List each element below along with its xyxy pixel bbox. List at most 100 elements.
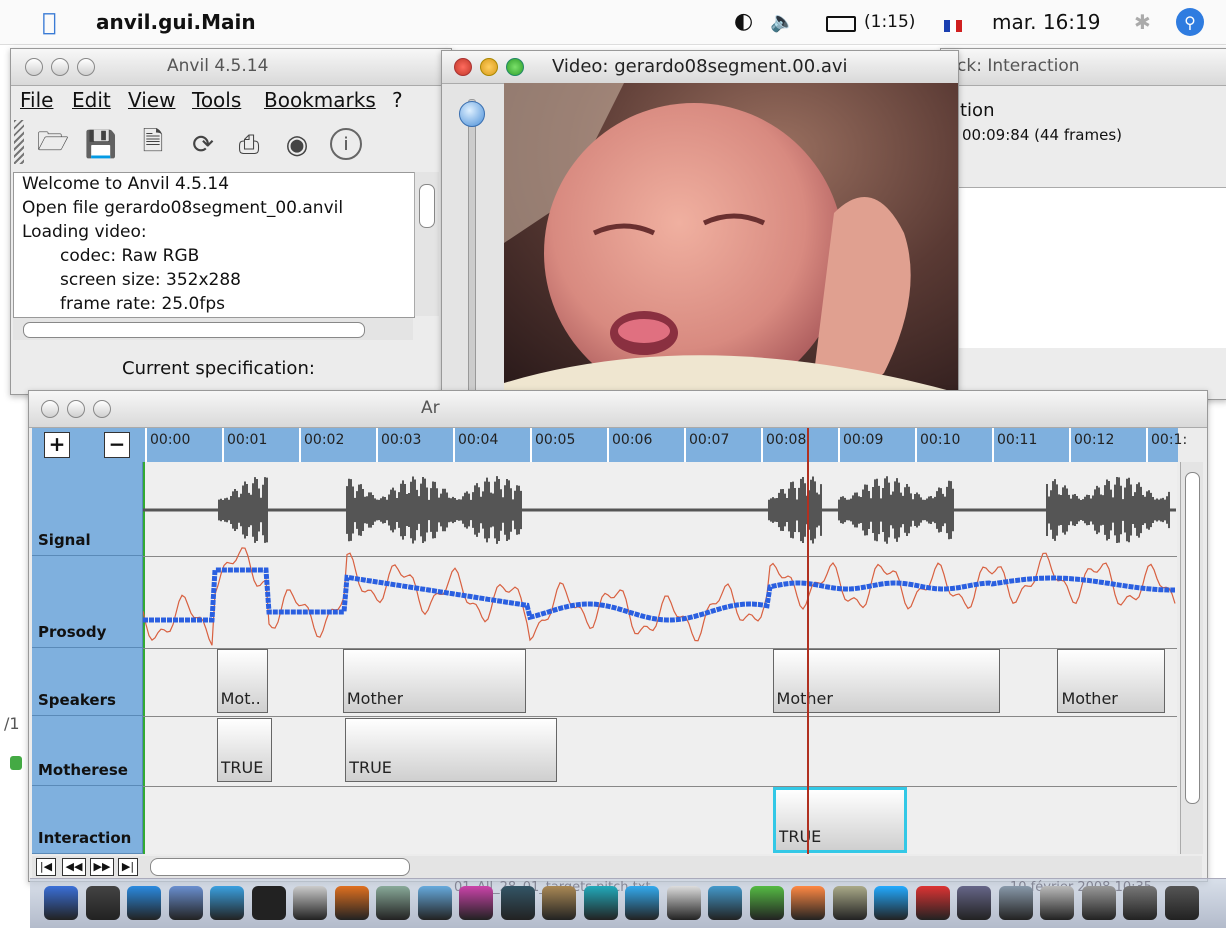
volume-slider-knob[interactable] (459, 101, 485, 127)
spotlight-icon[interactable]: ⚲ (1176, 8, 1204, 36)
track-info-titlebar: ck: Interaction (941, 49, 1226, 86)
playhead[interactable] (807, 428, 810, 854)
speaker-annotation[interactable]: Mother (1057, 649, 1166, 713)
rewind-icon[interactable]: ◀◀ (62, 858, 86, 876)
track-label-interaction[interactable]: Interaction (32, 786, 143, 854)
speaker-annotation[interactable]: Mother (342, 649, 527, 713)
print-icon[interactable]: ⎙ (232, 128, 266, 162)
zoom-icon[interactable] (93, 400, 111, 418)
dock-app-icon[interactable] (44, 886, 78, 920)
dock-app-icon[interactable] (998, 886, 1033, 920)
current-spec-label: Current specification: (122, 358, 315, 379)
dock-app-icon[interactable] (127, 886, 161, 920)
dock-app-icon[interactable] (749, 886, 784, 920)
dock-app-icon[interactable] (251, 886, 286, 920)
minimize-icon[interactable] (51, 58, 69, 76)
dock-app-icon[interactable] (85, 886, 120, 920)
dock-app-icon[interactable] (708, 886, 742, 920)
battery-icon[interactable] (826, 16, 856, 32)
menu-file[interactable]: File (20, 88, 53, 112)
last-icon[interactable]: ▶| (118, 858, 138, 876)
app-name[interactable]: anvil.gui.Main (96, 10, 256, 34)
volume-icon[interactable]: 🔈 (770, 9, 795, 33)
motherese-annotation[interactable]: TRUE (216, 718, 273, 782)
dock-app-icon[interactable] (417, 886, 452, 920)
dock-app-icon[interactable] (1040, 886, 1074, 920)
apple-icon[interactable]:  (42, 8, 56, 36)
bluetooth-icon[interactable]: ✱ (1134, 10, 1151, 34)
dock-app-icon[interactable] (666, 886, 701, 920)
volume-slider[interactable] (468, 99, 476, 417)
time-tick: 00:07 (684, 428, 761, 462)
new-document-icon[interactable]: 🗎 (136, 127, 170, 162)
menu-tools[interactable]: Tools (192, 88, 241, 112)
zoom-in-button[interactable]: + (44, 432, 70, 458)
dock-app-icon[interactable] (1164, 886, 1199, 920)
log-line: Open file gerardo08segment_00.anvil (22, 198, 344, 218)
annotation-title: Ar (421, 398, 440, 418)
video-frame[interactable] (504, 83, 958, 429)
dock-app-icon[interactable] (210, 886, 244, 920)
dock-app-icon[interactable] (583, 886, 618, 920)
dock-app-icon[interactable] (957, 886, 991, 920)
time-tick: 00:10 (915, 428, 992, 462)
close-icon[interactable] (41, 400, 59, 418)
zoom-icon[interactable] (77, 58, 95, 76)
dock-app-icon[interactable] (459, 886, 493, 920)
save-icon[interactable]: 💾 (84, 128, 118, 162)
dock-app-icon[interactable] (915, 886, 950, 920)
anvil-window-title: Anvil 4.5.14 (167, 56, 269, 76)
track-divider (143, 786, 1177, 787)
clock[interactable]: mar. 16:19 (992, 10, 1100, 34)
close-icon[interactable] (25, 58, 43, 76)
dock-app-icon[interactable] (832, 886, 867, 920)
dock-app-icon[interactable] (542, 886, 576, 920)
pitch-raw-curve (143, 547, 1176, 646)
dock-app-icon[interactable] (625, 886, 659, 920)
refresh-icon[interactable]: ⟳ (186, 128, 220, 162)
interaction-annotation[interactable]: TRUE (772, 787, 908, 853)
track-info-title: ck: Interaction (957, 56, 1080, 76)
menu-bookmarks[interactable]: Bookmarks (264, 88, 376, 112)
track-duration: 00:09:84 (44 frames) (962, 126, 1122, 144)
speaker-annotation[interactable]: Mot.. (216, 649, 269, 713)
menu-help[interactable]: ? (392, 88, 403, 112)
time-tick: 00:11 (992, 428, 1069, 462)
dock-app-icon[interactable] (376, 886, 410, 920)
dock-app-icon[interactable] (1123, 886, 1157, 920)
track-label-signal[interactable]: Signal (32, 462, 143, 556)
info-icon[interactable]: i (330, 128, 362, 160)
track-label-prosody[interactable]: Prosody (32, 556, 143, 648)
binoculars-icon[interactable]: ◉ (280, 128, 314, 162)
open-folder-icon[interactable]: 🗁 (36, 127, 70, 162)
zoom-icon[interactable] (506, 58, 524, 76)
flag-icon[interactable] (944, 20, 962, 32)
track-label-speakers[interactable]: Speakers (32, 648, 143, 716)
minimize-icon[interactable] (480, 58, 498, 76)
dock-app-icon[interactable] (168, 886, 203, 920)
log-horizontal-scrollbar[interactable] (13, 318, 413, 340)
motherese-annotation[interactable]: TRUE (345, 718, 557, 782)
tracks-vertical-scrollbar[interactable] (1180, 462, 1203, 854)
dock-app-icon[interactable] (791, 886, 825, 920)
log-vertical-scrollbar[interactable] (414, 172, 439, 316)
log-line: frame rate: 25.0fps (60, 294, 225, 314)
dock-app-icon[interactable] (1081, 886, 1116, 920)
track-label-motherese[interactable]: Motherese (32, 716, 143, 786)
dock-app-icon[interactable] (293, 886, 327, 920)
minimize-icon[interactable] (67, 400, 85, 418)
dock-app-icon[interactable] (500, 886, 535, 920)
menu-view[interactable]: View (128, 88, 175, 112)
timeline-horizontal-scrollbar[interactable] (150, 858, 410, 876)
speaker-annotation-label: Mot.. (220, 689, 261, 708)
dock-app-icon[interactable] (334, 886, 369, 920)
forward-icon[interactable]: ▶▶ (90, 858, 114, 876)
close-icon[interactable] (454, 58, 472, 76)
wifi-icon[interactable]: ◐ (734, 9, 753, 34)
menu-edit[interactable]: Edit (72, 88, 111, 112)
battery-time: (1:15) (864, 12, 916, 32)
first-icon[interactable]: |◀ (36, 858, 56, 876)
zoom-out-button[interactable]: − (104, 432, 130, 458)
background-fragment: /1 (4, 714, 20, 733)
dock-app-icon[interactable] (874, 886, 908, 920)
